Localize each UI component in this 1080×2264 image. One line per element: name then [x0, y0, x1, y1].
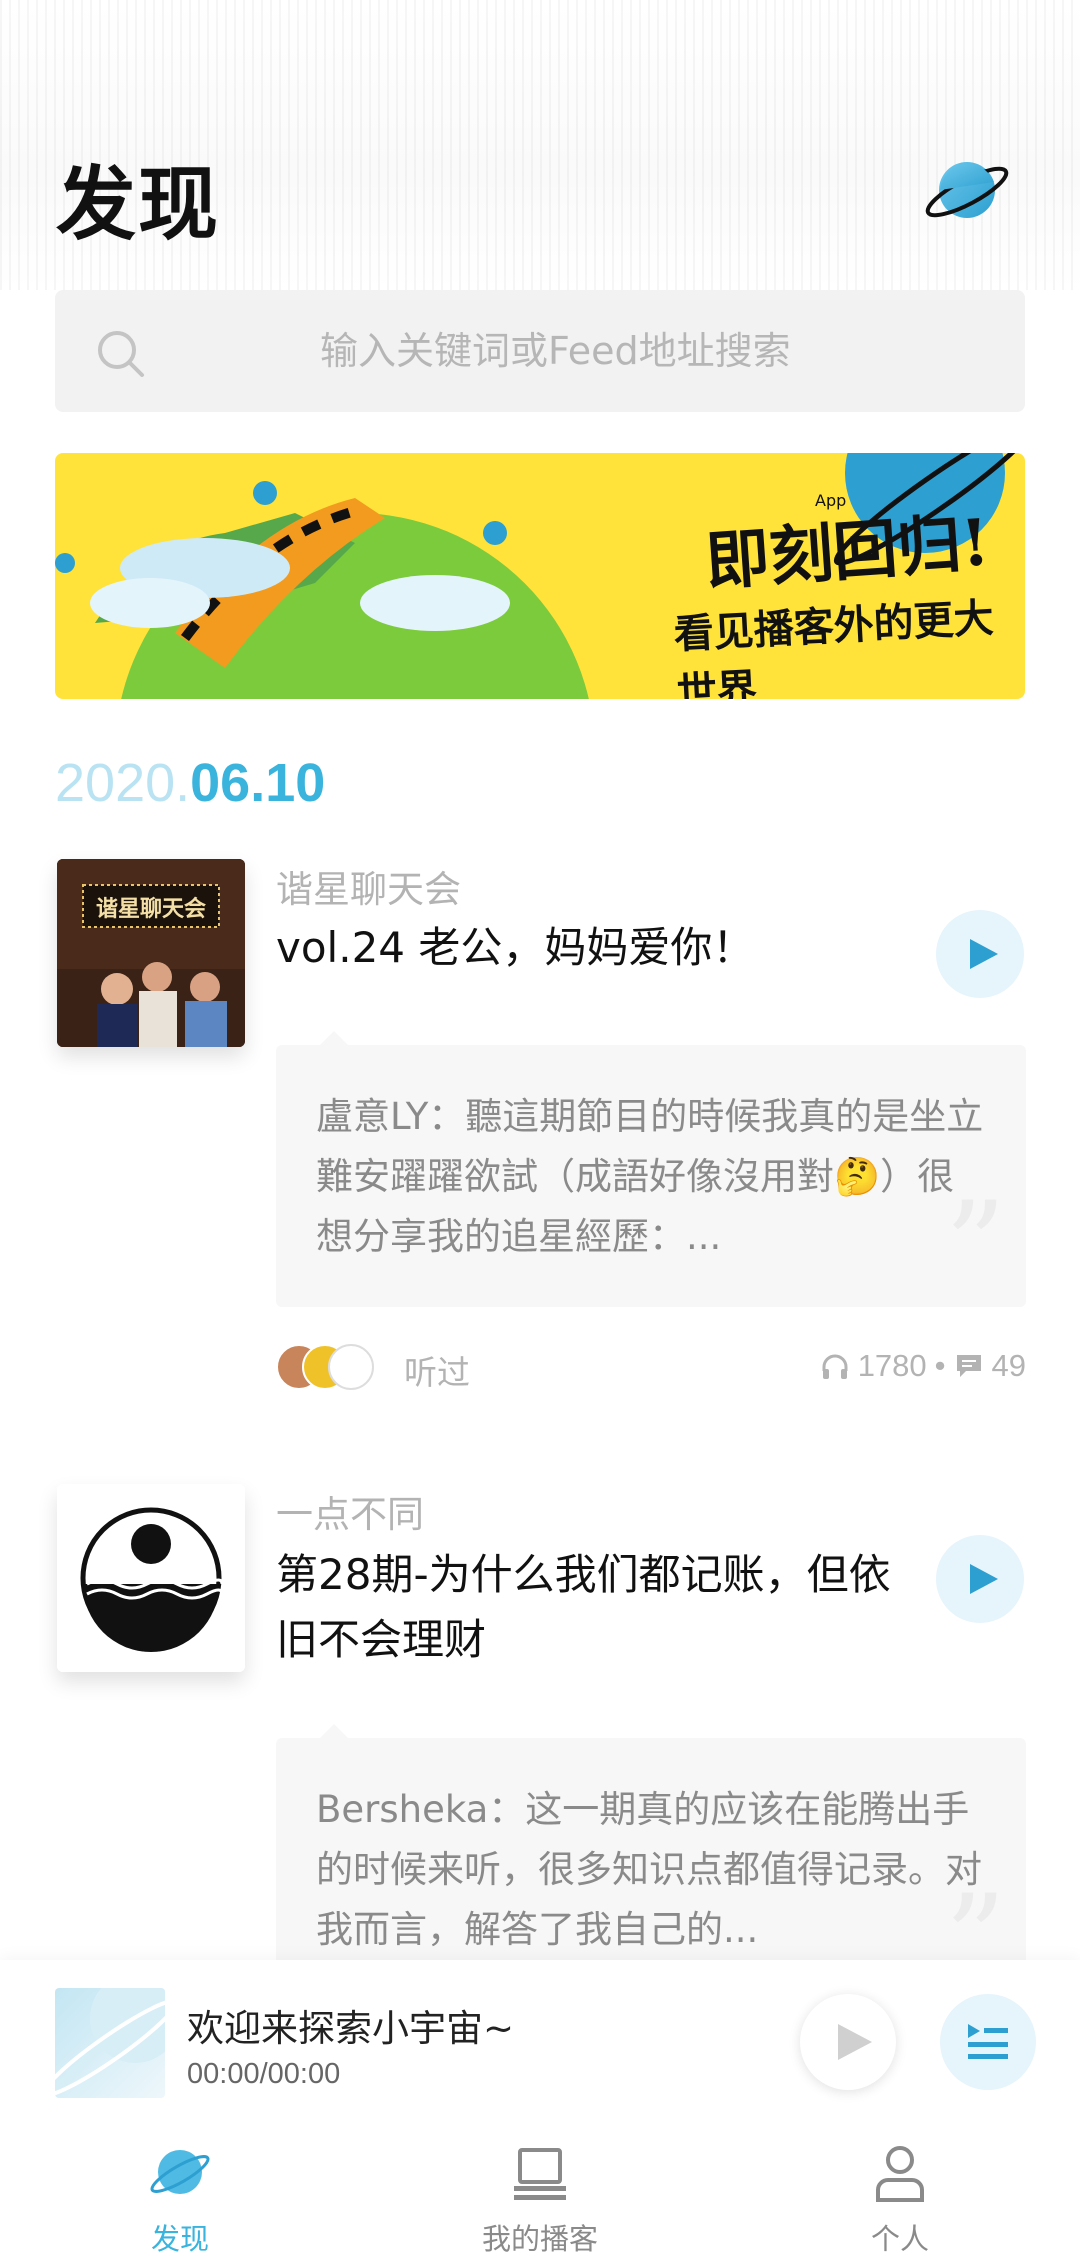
avatar: [328, 1344, 374, 1390]
date-header: 2020.06.10: [55, 752, 325, 814]
quote-icon: ”: [944, 1177, 1006, 1316]
tab-profile[interactable]: 个人: [800, 2110, 1000, 2264]
laptop-icon: [514, 2148, 566, 2200]
comment-icon: [956, 1355, 981, 1377]
tab-discover[interactable]: 发现: [80, 2110, 280, 2264]
search-input[interactable]: [320, 290, 920, 412]
episode-cover[interactable]: [57, 1484, 245, 1672]
listened-label: 听过: [404, 1353, 470, 1392]
playlist-icon: [968, 2024, 1008, 2059]
play-icon: [970, 1564, 998, 1594]
comment-count: 49: [991, 1348, 1026, 1383]
episode-stats: 1780 • 49: [820, 1348, 1026, 1384]
bottom-tab-bar: 发现 我的播客 个人: [0, 2110, 1080, 2264]
planet-icon[interactable]: [922, 150, 1012, 230]
episode-title[interactable]: vol.24 老公，妈妈爱你！: [276, 915, 916, 980]
banner-subline: 看见播客外的更大世界: [672, 594, 995, 699]
planet-icon: [150, 2150, 210, 2194]
cover-label: 谐星聊天会: [95, 897, 206, 922]
comment-text: 盧意LY：聽這期節目的時候我真的是坐立難安躍躍欲試（成語好像沒用對🤔）很想分享我…: [316, 1095, 984, 1258]
player-cover[interactable]: [55, 1988, 165, 2098]
tab-label: 个人: [870, 2222, 929, 2256]
mini-player[interactable]: 欢迎来探索小宇宙~ 00:00/00:00: [0, 1960, 1080, 2110]
episode-title[interactable]: 第28期-为什么我们都记账，但依旧不会理财: [276, 1542, 916, 1672]
player-time: 00:00/00:00: [187, 2058, 341, 2090]
play-button[interactable]: [936, 1535, 1024, 1623]
search-bar[interactable]: [55, 290, 1025, 412]
playlist-button[interactable]: [940, 1994, 1036, 2090]
search-icon: [98, 331, 144, 377]
planet-icon: [55, 1988, 165, 2097]
page-title: 发现: [56, 158, 220, 251]
podcast-name[interactable]: 谐星聊天会: [276, 859, 461, 913]
tab-label: 我的播客: [481, 2222, 598, 2256]
comment-text: Bersheka：这一期真的应该在能腾出手的时候来听，很多知识点都值得记录。对我…: [316, 1788, 982, 1951]
play-icon: [970, 939, 998, 969]
episode-cover[interactable]: 谐星聊天会: [57, 859, 245, 1047]
tab-label: 发现: [150, 2222, 209, 2256]
person-icon: [876, 2146, 924, 2202]
player-title: 欢迎来探索小宇宙~: [187, 2007, 515, 2050]
date-year: 2020.: [55, 753, 191, 813]
podcast-logo: [57, 1484, 245, 1672]
episode-meta: 听过 1780 • 49: [276, 1342, 1026, 1392]
listener-avatars[interactable]: [276, 1342, 386, 1392]
headphones-icon: [822, 1354, 848, 1379]
separator-dot: •: [934, 1348, 946, 1383]
stage-photo: [57, 859, 245, 1047]
play-count: 1780: [857, 1348, 927, 1383]
podcast-name[interactable]: 一点不同: [276, 1484, 424, 1538]
date-day: 06.10: [190, 753, 326, 813]
promo-banner[interactable]: App 即刻回归! 看见播客外的更大世界: [55, 453, 1025, 699]
tab-my-podcasts[interactable]: 我的播客: [440, 2110, 640, 2264]
player-play-button[interactable]: [800, 1994, 896, 2090]
comment-card[interactable]: 盧意LY：聽這期節目的時候我真的是坐立難安躍躍欲試（成語好像沒用對🤔）很想分享我…: [276, 1031, 1026, 1316]
play-button[interactable]: [936, 910, 1024, 998]
play-icon: [838, 2024, 872, 2060]
